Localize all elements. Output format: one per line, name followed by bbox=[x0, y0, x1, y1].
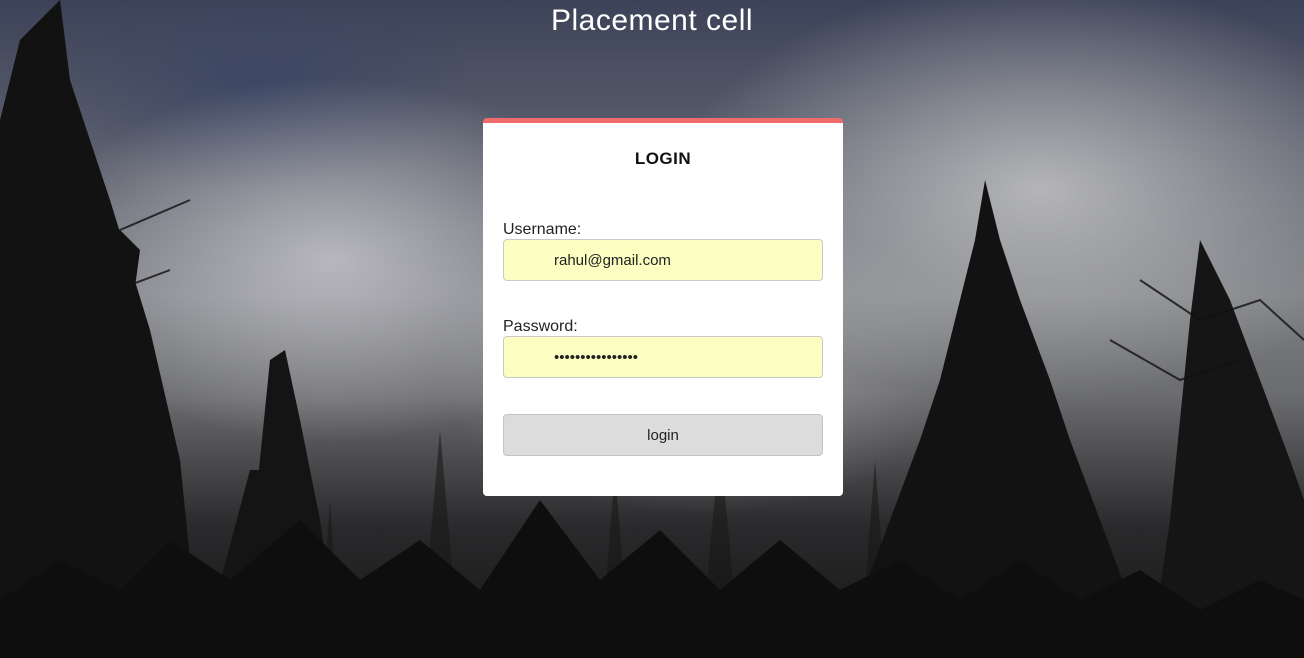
login-heading: LOGIN bbox=[634, 149, 692, 168]
username-input[interactable] bbox=[503, 239, 823, 281]
password-input[interactable] bbox=[503, 336, 823, 378]
login-button[interactable]: login bbox=[503, 414, 823, 456]
page-title: Placement cell bbox=[550, 4, 754, 37]
login-card: LOGIN Username: Password: login bbox=[483, 118, 843, 496]
password-label: Password: bbox=[503, 318, 578, 335]
username-label: Username: bbox=[503, 221, 582, 238]
